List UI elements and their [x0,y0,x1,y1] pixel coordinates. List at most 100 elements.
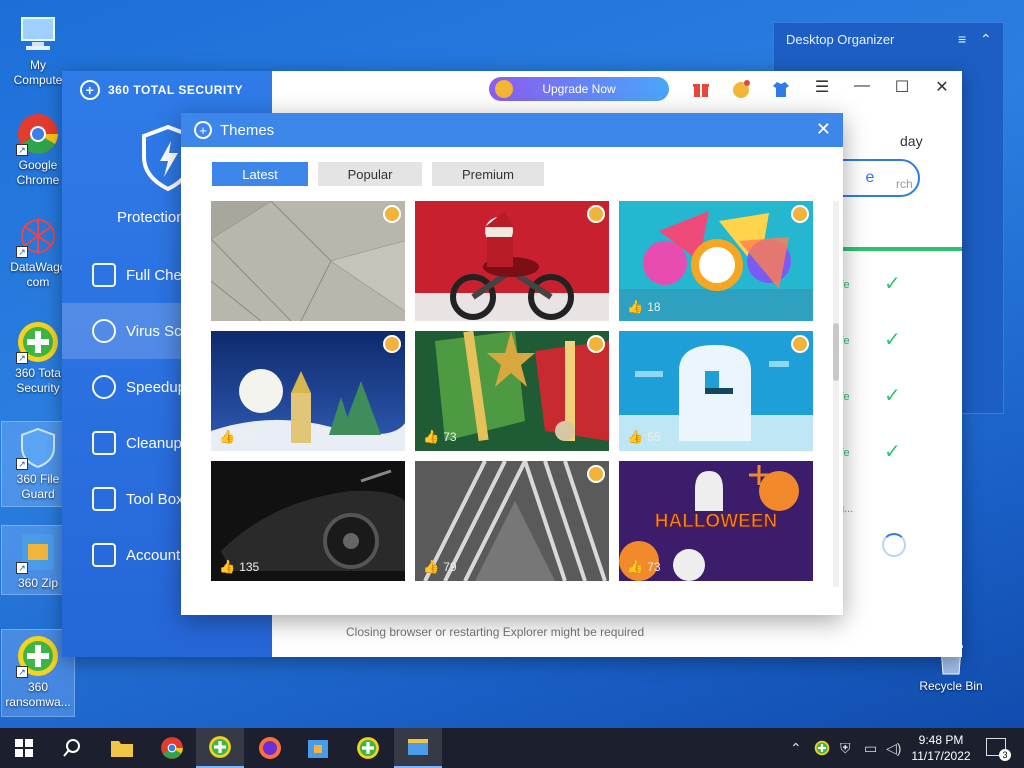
loading-spinner [882,533,906,557]
scrollbar-thumb[interactable] [833,323,839,381]
chrome-icon [161,737,183,759]
likes-count: 👍 73 [423,429,457,444]
datawagon-icon: ↗ [16,214,60,258]
thumbs-up-icon: 👍 [627,429,644,444]
theme-tile-black-car[interactable]: 👍 135 [211,461,405,581]
check-icon: ✓ [884,329,901,351]
minimize-button[interactable]: — [852,77,872,95]
organizer-menu-icon[interactable]: ≡ [958,31,966,47]
tray-security-icon[interactable]: ⛨ [840,740,851,757]
user-icon [92,543,116,567]
clock-time: 9:48 PM [918,733,964,747]
nav-label: Cleanup [126,434,182,452]
likes-count: 👍 58 [219,429,253,444]
themes-close-icon[interactable]: ✕ [816,119,831,140]
theme-tile-2020-colorful[interactable]: 👍 18 [619,201,813,321]
broom-icon [92,431,116,455]
tray-volume-icon[interactable]: ◁) [886,740,901,757]
brand-text: 360 TOTAL SECURITY [108,83,244,97]
halloween-text: HALLOWEEN [655,511,777,532]
tab-latest[interactable]: Latest [212,162,308,186]
maximize-button[interactable]: ☐ [892,77,912,97]
monitor-icon [92,263,116,287]
taskbar-file-explorer[interactable] [98,728,146,768]
upgrade-label: Upgrade Now [542,82,616,96]
nav-label: Tool Box [126,490,184,508]
restart-note: Closing browser or restarting Explorer m… [346,625,645,639]
tab-popular[interactable]: Popular [318,162,422,186]
desktop-icon-label: DataWagc com [10,260,66,289]
taskbar-360-total-security[interactable] [196,728,244,768]
plus-shield-icon: ↗ [16,320,60,364]
desktop-icon-label: Recycle Bin [919,679,983,693]
desktop-icon-label: 360 Zip [17,576,59,590]
thumbs-up-icon: 👍 [423,429,440,444]
shirt-theme-icon[interactable] [772,80,790,98]
likes-count: 👍 135 [219,559,260,574]
likes-count: 👍 55 [627,429,661,444]
tab-premium[interactable]: Premium [432,162,544,186]
firefox-icon [259,737,281,759]
tray-network-icon[interactable]: ▭ [864,740,877,757]
taskbar-chrome[interactable] [148,728,196,768]
close-button[interactable]: ✕ [932,77,952,97]
menu-button[interactable]: ☰ [812,77,832,97]
scrollbar-track[interactable] [833,201,839,587]
folder-icon [111,741,133,757]
tray-chevron-icon[interactable]: ⌃ [790,740,802,757]
check-icon: ✓ [884,273,901,295]
organizer-collapse-icon[interactable]: ⌃ [980,31,992,48]
themes-dialog: + Themes ✕ Latest Popular Premium 👍 18 👍… [181,113,843,615]
theme-tile-grey-geometric[interactable] [211,201,405,321]
rocket-icon [92,375,116,399]
theme-thumbnail [211,201,405,321]
notification-button[interactable]: 3 [986,738,1011,761]
theme-tile-christmas-night[interactable]: 👍 58 [211,331,405,451]
theme-tile-gift-boxes[interactable]: 👍 73 [415,331,609,451]
upgrade-button[interactable]: Upgrade Now [489,77,669,101]
desktop-icon-label: 360 File Guard [16,472,60,501]
search-icon [63,739,80,757]
themes-title: Themes [220,121,275,139]
desktop-icon-label: Google Chrome [16,158,60,187]
taskbar-360-ransomware[interactable] [344,728,392,768]
premium-crown-icon [587,335,605,353]
nav-label: Account [126,546,181,564]
background-search-text: rch [896,177,913,191]
theme-tile-striped-architecture[interactable]: 👍 79 [415,461,609,581]
theme-tile-santa-motorcycle[interactable] [415,201,609,321]
shield-icon: ↗ [16,426,60,470]
title-bar: Upgrade Now ☰ — ☐ ✕ [272,71,962,107]
taskbar-archive[interactable] [294,728,342,768]
coin-icon[interactable] [732,80,750,98]
taskbar-file-guard[interactable] [394,728,442,768]
crown-badge-icon [495,80,513,98]
premium-crown-icon [383,205,401,223]
tray-360-icon[interactable] [814,740,830,759]
desktop-icon-label: 360 Tota Security [15,366,61,395]
computer-icon [16,12,60,56]
theme-tile-halloween[interactable]: HALLOWEEN 👍 73 [619,461,813,581]
organizer-title: Desktop Organizer [786,32,895,47]
background-day-text: day [900,133,923,149]
taskbar-clock[interactable]: 9:48 PM 11/17/2022 [908,732,974,764]
taskbar-firefox[interactable] [246,728,294,768]
premium-crown-icon [791,335,809,353]
themes-header: + Themes ✕ [181,113,843,147]
desktop-icon-label: 360 ransomwa... [5,680,71,709]
chrome-icon: ↗ [16,112,60,156]
windows-logo-icon [15,739,33,757]
plus-logo-icon: + [194,121,212,139]
theme-tile-winter-igloo[interactable]: 👍 55 [619,331,813,451]
taskbar: ⌃ ⛨ ▭ ◁) 9:48 PM 11/17/2022 3 [0,728,1024,768]
scan-row: ife ✓ [838,441,958,503]
search-button[interactable] [48,728,96,768]
protection-label: Protection [117,209,185,226]
zip-icon: ↗ [16,530,60,574]
plus-shield-icon [357,737,379,759]
nav-label: Full Che [126,266,182,284]
likes-count: 👍 79 [423,559,457,574]
gift-icon[interactable] [692,80,710,98]
start-button[interactable] [0,728,48,768]
thumbs-up-icon: 👍 [423,559,440,574]
